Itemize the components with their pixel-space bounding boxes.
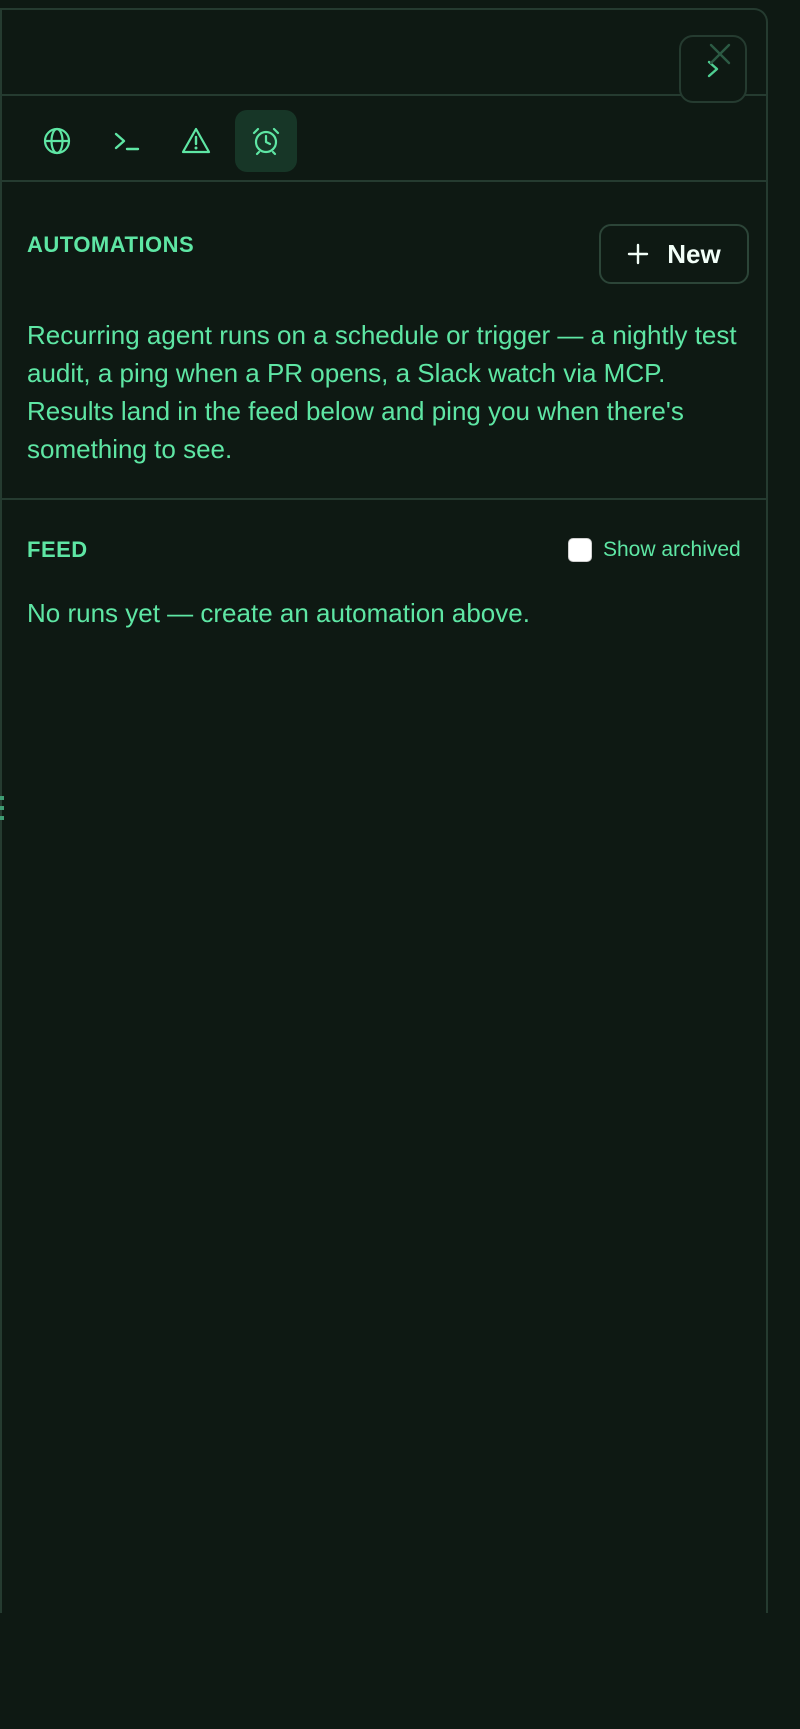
warning-icon (181, 127, 211, 154)
plus-icon (628, 243, 649, 265)
tab-terminal[interactable] (96, 110, 158, 172)
alarm-clock-icon (252, 127, 280, 156)
show-archived-label: Show archived (603, 538, 741, 561)
toolbar (2, 96, 768, 182)
new-automation-button[interactable]: New (599, 224, 749, 284)
tab-automations[interactable] (235, 110, 297, 172)
new-button-label: New (667, 238, 721, 269)
globe-icon (43, 127, 71, 155)
section-divider (0, 498, 768, 500)
close-icon[interactable] (708, 42, 732, 66)
automations-heading: AUTOMATIONS (27, 232, 195, 257)
automations-description: Recurring agent runs on a schedule or tr… (27, 320, 737, 464)
automations-panel: AUTOMATIONS New Recurring agent runs on … (0, 8, 768, 1613)
panel-header (2, 10, 768, 96)
terminal-icon (114, 132, 140, 151)
panel-resize-handle[interactable] (0, 796, 4, 826)
show-archived-checkbox[interactable] (568, 538, 592, 562)
feed-empty-message: No runs yet — create an automation above… (27, 598, 530, 628)
tab-browser[interactable] (26, 110, 88, 172)
tab-problems[interactable] (165, 110, 227, 172)
feed-heading: FEED (27, 537, 88, 562)
show-archived-toggle[interactable]: Show archived (568, 536, 741, 564)
